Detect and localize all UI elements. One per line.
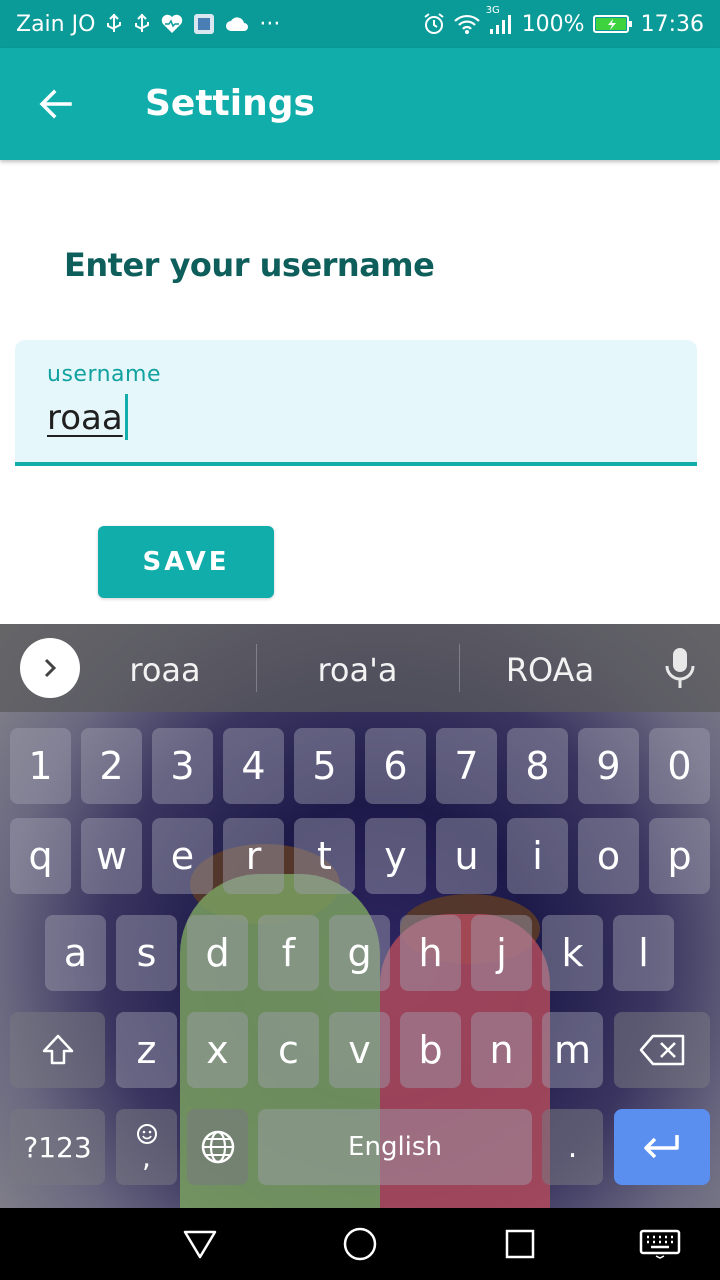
key-e[interactable]: e — [152, 818, 213, 894]
suggestion-1[interactable]: roaa — [90, 624, 240, 712]
key-b[interactable]: b — [400, 1012, 461, 1088]
key-9[interactable]: 9 — [578, 728, 639, 804]
app-bar: Settings — [0, 48, 720, 160]
username-field-label: username — [47, 362, 161, 387]
key-i[interactable]: i — [507, 818, 568, 894]
arrow-left-icon — [39, 89, 72, 119]
key-n[interactable]: n — [471, 1012, 532, 1088]
key-7[interactable]: 7 — [436, 728, 497, 804]
suggestion-divider — [459, 644, 460, 692]
navigation-bar — [0, 1208, 720, 1280]
app-icon — [193, 13, 215, 35]
network-type: 3G — [485, 5, 500, 16]
shift-key[interactable] — [10, 1012, 105, 1088]
suggestion-2[interactable]: roa'a — [270, 624, 445, 712]
alarm-icon — [422, 12, 446, 36]
nav-back-button[interactable] — [180, 1224, 220, 1264]
key-s[interactable]: s — [116, 915, 177, 991]
nav-home-button[interactable] — [340, 1224, 380, 1264]
mic-icon — [665, 648, 695, 688]
shift-icon — [42, 1034, 73, 1065]
triangle-back-icon — [183, 1230, 217, 1259]
key-y[interactable]: y — [365, 818, 426, 894]
language-key[interactable] — [187, 1109, 248, 1185]
keyboard-icon — [639, 1229, 681, 1259]
key-x[interactable]: x — [187, 1012, 248, 1088]
comma-label: , — [142, 1141, 151, 1174]
suggestion-3[interactable]: ROAa — [470, 624, 630, 712]
key-o[interactable]: o — [578, 818, 639, 894]
key-u[interactable]: u — [436, 818, 497, 894]
nav-keyboard-button[interactable] — [638, 1224, 682, 1264]
battery-charging-icon — [592, 14, 633, 34]
cloud-icon — [225, 16, 249, 32]
backspace-key[interactable] — [614, 1012, 710, 1088]
space-key[interactable]: English — [258, 1109, 532, 1185]
key-3[interactable]: 3 — [152, 728, 213, 804]
username-input[interactable]: roaa — [47, 393, 128, 440]
key-v[interactable]: v — [329, 1012, 390, 1088]
key-f[interactable]: f — [258, 915, 319, 991]
key-0[interactable]: 0 — [649, 728, 710, 804]
key-k[interactable]: k — [542, 915, 603, 991]
key-h[interactable]: h — [400, 915, 461, 991]
username-heading: Enter your username — [64, 246, 435, 284]
key-z[interactable]: z — [116, 1012, 177, 1088]
more-notifications-icon: ··· — [259, 11, 281, 37]
backspace-icon — [639, 1034, 685, 1066]
key-a[interactable]: a — [45, 915, 106, 991]
usb-icon — [105, 13, 123, 35]
key-j[interactable]: j — [471, 915, 532, 991]
key-m[interactable]: m — [542, 1012, 603, 1088]
username-value: roaa — [47, 398, 123, 438]
key-q[interactable]: q — [10, 818, 71, 894]
key-4[interactable]: 4 — [223, 728, 284, 804]
save-button[interactable]: SAVE — [98, 526, 274, 598]
wifi-icon — [453, 13, 480, 35]
chevron-right-icon — [44, 658, 57, 678]
key-5[interactable]: 5 — [294, 728, 355, 804]
keyboard: roaa roa'a ROAa 1 2 3 4 5 6 7 8 9 0 q w … — [0, 624, 720, 1208]
key-1[interactable]: 1 — [10, 728, 71, 804]
suggestion-strip: roaa roa'a ROAa — [0, 624, 720, 712]
username-field[interactable]: username roaa — [15, 340, 697, 466]
key-6[interactable]: 6 — [365, 728, 426, 804]
status-bar: Zain JO ··· 3G 100% 17:36 — [0, 0, 720, 48]
nav-recents-button[interactable] — [500, 1224, 540, 1264]
page-title: Settings — [145, 83, 315, 124]
key-g[interactable]: g — [329, 915, 390, 991]
battery-percent: 100% — [521, 11, 585, 37]
globe-icon — [201, 1130, 234, 1164]
key-2[interactable]: 2 — [81, 728, 142, 804]
emoji-comma-key[interactable]: , — [116, 1109, 177, 1185]
clock: 17:36 — [640, 11, 704, 37]
key-p[interactable]: p — [649, 818, 710, 894]
key-c[interactable]: c — [258, 1012, 319, 1088]
key-d[interactable]: d — [187, 915, 248, 991]
key-r[interactable]: r — [223, 818, 284, 894]
suggestion-divider — [256, 644, 257, 692]
key-l[interactable]: l — [613, 915, 674, 991]
text-cursor — [124, 393, 128, 440]
key-w[interactable]: w — [81, 818, 142, 894]
enter-icon — [644, 1135, 679, 1159]
signal-icon: 3G — [486, 5, 514, 35]
carrier-name: Zain JO — [16, 11, 96, 37]
period-key[interactable]: . — [542, 1109, 603, 1185]
back-button[interactable] — [34, 82, 78, 126]
expand-toolbar-button[interactable] — [20, 638, 80, 698]
mic-button[interactable] — [660, 646, 700, 690]
circle-home-icon — [343, 1227, 377, 1261]
key-t[interactable]: t — [294, 818, 355, 894]
symbols-key[interactable]: ?123 — [10, 1109, 105, 1185]
usb-icon — [133, 13, 151, 35]
key-8[interactable]: 8 — [507, 728, 568, 804]
square-recents-icon — [505, 1229, 535, 1259]
enter-key[interactable] — [614, 1109, 710, 1185]
health-icon — [161, 14, 183, 34]
